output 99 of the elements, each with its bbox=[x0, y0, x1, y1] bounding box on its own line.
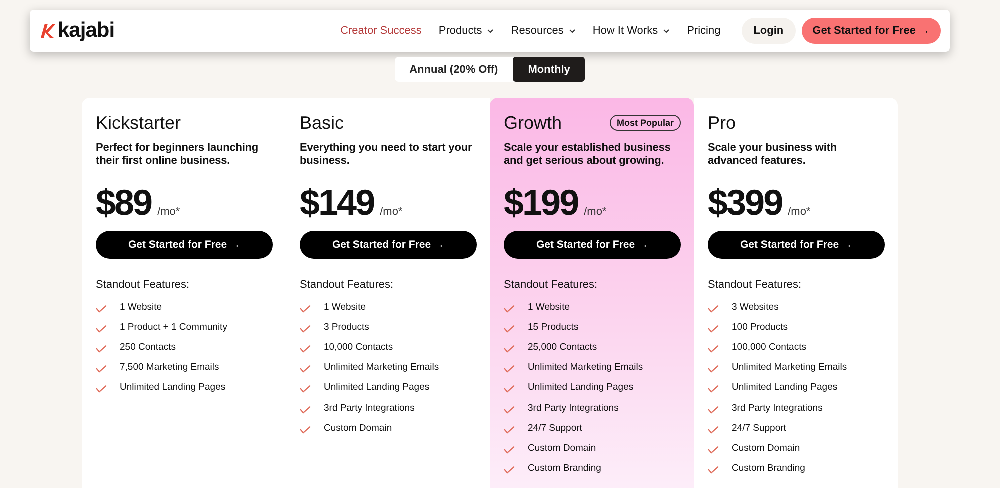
get-started-button[interactable]: Get Started for Free → bbox=[96, 231, 273, 259]
check-icon bbox=[96, 365, 107, 374]
feature-item: 3 Websites bbox=[732, 302, 779, 313]
check-icon bbox=[96, 385, 107, 394]
feature-item: Custom Branding bbox=[528, 463, 602, 474]
check-icon bbox=[300, 426, 311, 434]
feature-item: 10,000 Contacts bbox=[324, 342, 394, 353]
feature-item: Custom Branding bbox=[732, 463, 806, 474]
plan-price: $149 bbox=[300, 182, 374, 224]
nav-link[interactable]: Pricing bbox=[687, 25, 721, 37]
feature-item: 1 Product + 1 Community bbox=[120, 322, 228, 333]
check-icon bbox=[504, 304, 515, 313]
check-icon bbox=[300, 304, 311, 313]
feature-item: Unlimited Landing Pages bbox=[324, 382, 430, 394]
caret-icon bbox=[487, 28, 494, 34]
check-icon bbox=[708, 426, 719, 434]
login-button[interactable]: Login bbox=[742, 18, 796, 44]
price-period: /mo* bbox=[584, 206, 607, 218]
check-icon bbox=[504, 446, 515, 454]
check-icon bbox=[504, 426, 515, 434]
price-period: /mo* bbox=[380, 206, 403, 218]
check-icon bbox=[96, 344, 107, 353]
feature-item: 25,000 Contacts bbox=[528, 342, 598, 353]
check-icon bbox=[96, 324, 107, 333]
features-heading: Standout Features: bbox=[300, 279, 395, 291]
get-started-button[interactable]: Get Started for Free → bbox=[300, 231, 477, 259]
check-icon bbox=[504, 466, 515, 474]
check-icon bbox=[708, 466, 719, 474]
caret-icon bbox=[663, 28, 670, 34]
feature-item: 1 Website bbox=[528, 302, 570, 313]
features-heading: Standout Features: bbox=[96, 279, 191, 291]
feature-item: 1 Website bbox=[120, 302, 162, 313]
check-icon bbox=[300, 344, 311, 353]
caret-icon bbox=[568, 28, 576, 34]
features-heading: Standout Features: bbox=[504, 279, 599, 291]
feature-item: 3rd Party Integrations bbox=[528, 402, 619, 414]
check-icon bbox=[504, 365, 515, 374]
check-icon bbox=[504, 344, 515, 353]
logo-text[interactable]: kajabi bbox=[58, 19, 115, 43]
get-started-button[interactable]: Get Started for Free → bbox=[504, 231, 681, 259]
plan-description: Everything you need to start your business. bbox=[300, 142, 474, 168]
check-icon bbox=[708, 385, 719, 394]
plan-description: Scale your established business and get serious about growing. bbox=[504, 142, 672, 168]
features-heading: Standout Features: bbox=[708, 279, 803, 291]
feature-item: Custom Domain bbox=[732, 442, 800, 454]
feature-item: 100,000 Contacts bbox=[732, 342, 806, 353]
plan-name: Kickstarter bbox=[96, 112, 182, 134]
feature-item: Custom Domain bbox=[324, 422, 392, 434]
feature-item: 250 Contacts bbox=[120, 342, 176, 353]
plan-price: $399 bbox=[708, 182, 782, 224]
get-started-button[interactable]: Get Started for Free → bbox=[802, 18, 941, 44]
feature-item: 3 Products bbox=[324, 322, 370, 333]
check-icon bbox=[708, 324, 719, 333]
nav-link[interactable]: How It Works bbox=[592, 25, 670, 37]
check-icon bbox=[96, 304, 107, 313]
nav-link[interactable]: Products bbox=[438, 25, 494, 37]
price-period: /mo* bbox=[158, 206, 180, 218]
check-icon bbox=[708, 365, 719, 374]
check-icon bbox=[300, 365, 311, 374]
feature-item: 15 Products bbox=[528, 322, 579, 333]
feature-item: 3rd Party Integrations bbox=[324, 402, 415, 414]
plan-description: Scale your business with advanced features. bbox=[708, 142, 838, 168]
billing-option[interactable]: Annual (20% Off) bbox=[394, 57, 514, 82]
check-icon bbox=[504, 406, 515, 414]
feature-item: 24/7 Support bbox=[732, 422, 786, 434]
check-icon bbox=[708, 446, 719, 454]
check-icon bbox=[708, 304, 719, 313]
feature-item: 1 Website bbox=[324, 302, 366, 313]
popular-badge: Most Popular bbox=[610, 115, 681, 131]
price-period: /mo* bbox=[788, 206, 811, 218]
feature-item: Unlimited Landing Pages bbox=[528, 382, 634, 394]
feature-item: 100 Products bbox=[732, 322, 788, 333]
logo-mark-icon[interactable] bbox=[40, 23, 56, 39]
check-icon bbox=[504, 324, 515, 333]
check-icon bbox=[708, 406, 719, 414]
feature-item: Custom Domain bbox=[528, 442, 596, 454]
plan-price: $89 bbox=[96, 182, 152, 224]
nav-link[interactable]: Creator Success bbox=[340, 25, 422, 37]
plan-price: $199 bbox=[504, 182, 578, 224]
billing-option[interactable]: Monthly bbox=[513, 57, 586, 82]
feature-item: 3rd Party Integrations bbox=[732, 402, 823, 414]
nav-link[interactable]: Resources bbox=[511, 25, 576, 37]
plan-name: Growth bbox=[504, 112, 562, 134]
check-icon bbox=[708, 344, 719, 353]
check-icon bbox=[504, 385, 515, 394]
feature-item: Unlimited Marketing Emails bbox=[528, 362, 644, 374]
feature-item: Unlimited Landing Pages bbox=[732, 382, 838, 394]
get-started-button[interactable]: Get Started for Free → bbox=[708, 231, 885, 259]
feature-item: Unlimited Marketing Emails bbox=[324, 362, 440, 374]
plan-name: Basic bbox=[300, 112, 344, 134]
feature-item: Unlimited Marketing Emails bbox=[732, 362, 848, 374]
feature-item: 24/7 Support bbox=[528, 422, 582, 434]
check-icon bbox=[300, 385, 311, 394]
feature-item: 7,500 Marketing Emails bbox=[120, 362, 220, 374]
check-icon bbox=[300, 324, 311, 333]
plan-name: Pro bbox=[708, 112, 736, 134]
plan-description: Perfect for beginners launching their first online business. bbox=[96, 142, 260, 168]
feature-item: Unlimited Landing Pages bbox=[120, 382, 226, 394]
check-icon bbox=[300, 406, 311, 414]
